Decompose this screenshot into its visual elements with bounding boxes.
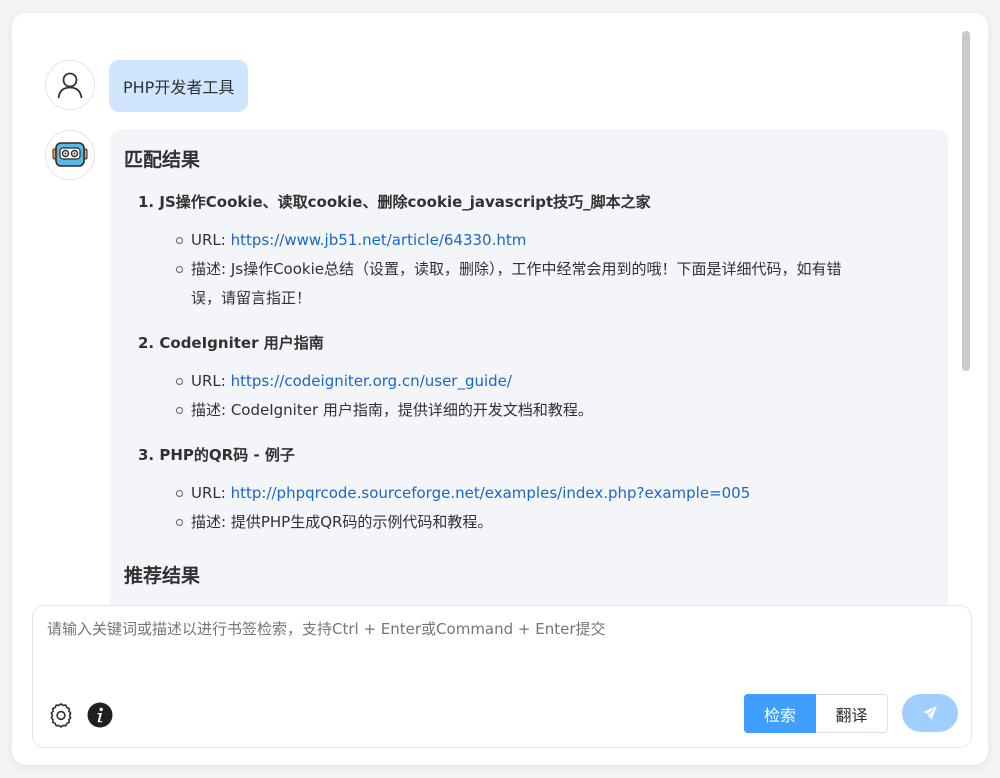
desc-label: 描述: — [191, 401, 231, 419]
result-title-text: JS操作Cookie、读取cookie、删除cookie_javascript技… — [159, 193, 651, 211]
user-icon — [57, 72, 83, 99]
user-message-bubble: PHP开发者工具 — [109, 60, 249, 112]
result-details: URL: https://codeigniter.org.cn/user_gui… — [176, 367, 934, 425]
result-item: 3. PHP的QR码 - 例子 — [138, 444, 934, 465]
desc-label: 描述: — [191, 260, 231, 278]
match-section-title: 匹配结果 — [124, 149, 201, 171]
gear-icon — [50, 703, 72, 728]
result-title: 3. PHP的QR码 - 例子 — [138, 444, 934, 465]
mode-toggle-group: 检索 翻译 — [744, 694, 888, 733]
result-title: 2. CodeIgniter 用户指南 — [138, 332, 934, 353]
result-number: 1. — [138, 193, 155, 211]
result-description: 提供PHP生成QR码的示例代码和教程。 — [230, 513, 493, 531]
input-panel: 检索 翻译 — [32, 605, 972, 748]
info-button[interactable] — [86, 701, 114, 729]
result-details: URL: https://www.jb51.net/article/64330.… — [176, 226, 934, 313]
result-desc-row: 描述: CodeIgniter 用户指南，提供详细的开发文档和教程。 — [176, 396, 934, 425]
url-label: URL: — [191, 484, 231, 502]
result-item: 2. CodeIgniter 用户指南 — [138, 332, 934, 353]
robot-icon — [52, 142, 88, 167]
recommend-section-title: 推荐结果 — [124, 565, 201, 587]
result-number: 2. — [138, 334, 155, 352]
result-title: 1. JS操作Cookie、读取cookie、删除cookie_javascri… — [138, 191, 934, 212]
url-label: URL: — [191, 372, 231, 390]
result-url-row: URL: http://phpqrcode.sourceforge.net/ex… — [176, 479, 934, 508]
result-url-link[interactable]: https://codeigniter.org.cn/user_guide/ — [231, 372, 512, 390]
result-title-text: CodeIgniter 用户指南 — [159, 334, 324, 352]
scrollbar-thumb[interactable] — [962, 31, 970, 371]
result-item: 1. JS操作Cookie、读取cookie、删除cookie_javascri… — [138, 191, 934, 212]
search-input[interactable] — [47, 620, 947, 638]
translate-mode-button[interactable]: 翻译 — [816, 694, 888, 733]
send-button[interactable] — [902, 694, 958, 732]
result-description: CodeIgniter 用户指南，提供详细的开发文档和教程。 — [230, 401, 593, 419]
user-avatar — [45, 60, 95, 110]
result-desc-row: 描述: Js操作Cookie总结（设置，读取，删除），工作中经常会用到的哦！下面… — [176, 255, 934, 313]
settings-button[interactable] — [47, 701, 75, 729]
result-url-row: URL: https://www.jb51.net/article/64330.… — [176, 226, 934, 255]
result-title-text: PHP的QR码 - 例子 — [159, 446, 295, 464]
chat-area: PHP开发者工具 匹配结果 1. JS操作Cookie、读取cookie、删除c… — [12, 13, 988, 605]
result-number: 3. — [138, 446, 155, 464]
result-url-link[interactable]: https://www.jb51.net/article/64330.htm — [231, 231, 527, 249]
url-label: URL: — [191, 231, 231, 249]
result-url-row: URL: https://codeigniter.org.cn/user_gui… — [176, 367, 934, 396]
result-url-link[interactable]: http://phpqrcode.sourceforge.net/example… — [231, 484, 751, 502]
chat-scrollbar[interactable] — [962, 31, 970, 601]
chat-window: PHP开发者工具 匹配结果 1. JS操作Cookie、读取cookie、删除c… — [12, 13, 988, 765]
info-icon — [87, 702, 113, 728]
desc-label: 描述: — [191, 513, 231, 531]
bot-avatar — [45, 130, 95, 180]
result-description: Js操作Cookie总结（设置，读取，删除），工作中经常会用到的哦！下面是详细代… — [230, 260, 842, 278]
search-mode-button[interactable]: 检索 — [744, 694, 816, 733]
result-description-cont: 误，请留言指正！ — [191, 289, 312, 307]
result-desc-row: 描述: 提供PHP生成QR码的示例代码和教程。 — [176, 508, 934, 537]
bot-message-bubble: 匹配结果 1. JS操作Cookie、读取cookie、删除cookie_jav… — [110, 129, 948, 605]
result-details: URL: http://phpqrcode.sourceforge.net/ex… — [176, 479, 934, 537]
send-icon — [923, 706, 937, 720]
